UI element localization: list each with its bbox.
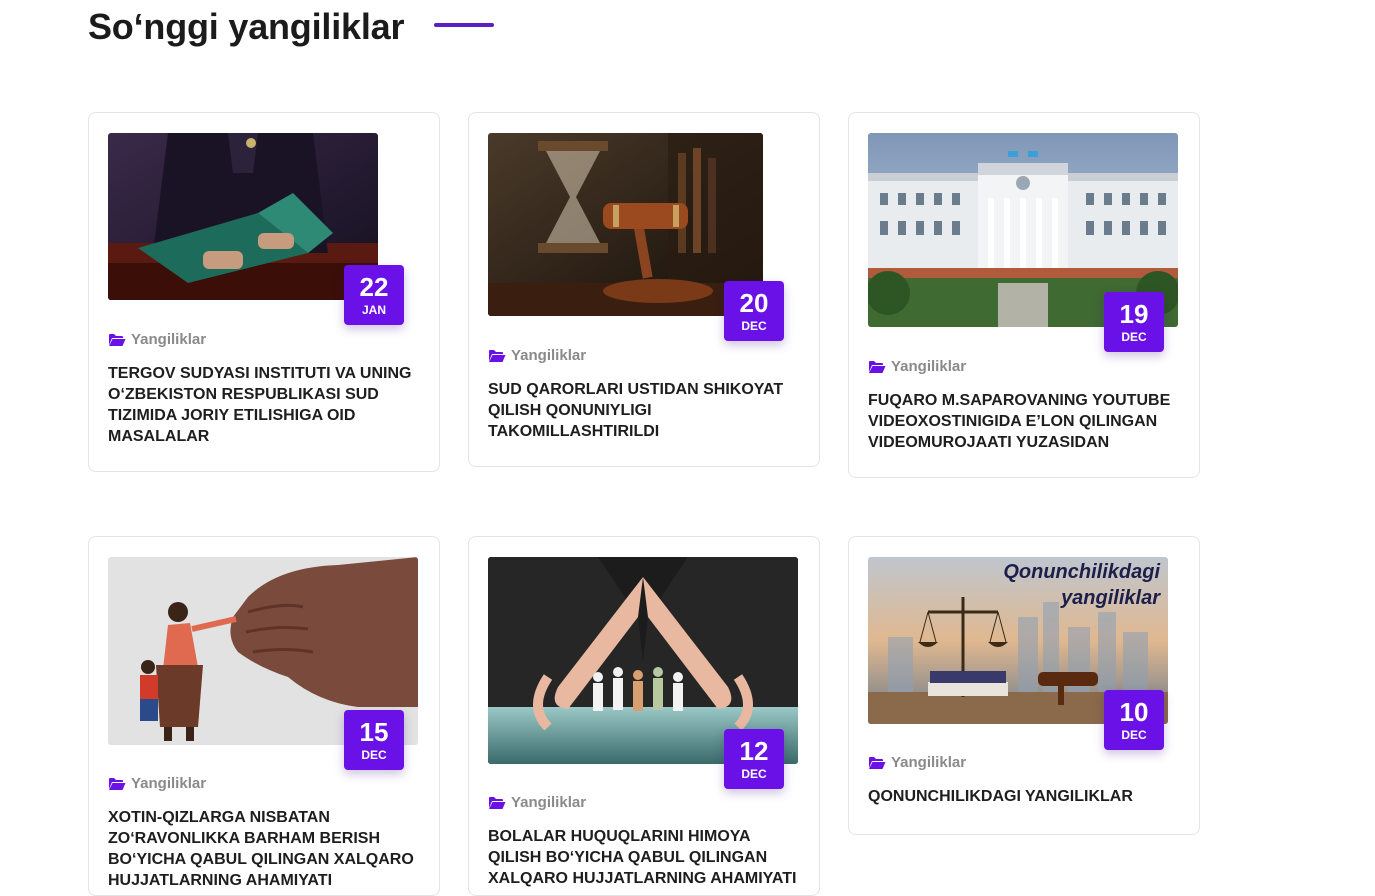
date-month: DEC (741, 318, 767, 333)
date-month: JAN (361, 302, 386, 317)
category-text: Yangiliklar (131, 331, 207, 348)
date-month: DEC (1121, 329, 1147, 344)
news-title[interactable]: SUD QARORLARI USTIDAN SHIKOYAT QILISH QO… (488, 379, 800, 442)
folder-open-icon (109, 333, 126, 346)
date-day: 15 (359, 716, 389, 747)
date-badge: 22 JAN (344, 265, 404, 325)
category-label[interactable]: Yangiliklar (868, 358, 1180, 375)
date-month: DEC (361, 747, 387, 762)
news-card[interactable]: 20 DEC Yangiliklar SUD QARORLARI USTIDAN… (468, 112, 820, 467)
section-header: So‘nggi yangiliklar (88, 6, 495, 48)
news-title[interactable]: FUQARO M.SAPAROVANING YOUTUBE VIDEOXOSTI… (868, 390, 1180, 453)
news-card[interactable]: 19 DEC Yangiliklar FUQARO M.SAPAROVANING… (848, 112, 1200, 478)
image-caption: Qonunchilikdagi yangiliklar (868, 557, 1168, 617)
news-title[interactable]: XOTIN-QIZLARGA NISBATAN ZO‘RAVONLIKKA BA… (108, 807, 420, 891)
category-label[interactable]: Yangiliklar (108, 331, 420, 348)
date-badge: 19 DEC (1104, 292, 1164, 352)
date-day: 12 (739, 735, 769, 766)
date-badge: 10 DEC (1104, 690, 1164, 750)
folder-open-icon (489, 349, 506, 362)
folder-open-icon (869, 756, 886, 769)
date-badge: 12 DEC (724, 729, 784, 789)
date-month: DEC (741, 766, 767, 781)
category-label[interactable]: Yangiliklar (488, 347, 800, 364)
category-text: Yangiliklar (511, 347, 587, 364)
date-day: 10 (1119, 696, 1149, 727)
news-title[interactable]: BOLALAR HUQUQLARINI HIMOYA QILISH BO‘YIC… (488, 826, 800, 889)
category-text: Yangiliklar (511, 794, 587, 811)
category-text: Yangiliklar (891, 358, 967, 375)
category-label[interactable]: Yangiliklar (868, 754, 1180, 771)
date-month: DEC (1121, 727, 1147, 742)
folder-open-icon (109, 777, 126, 790)
title-underline (434, 23, 495, 27)
date-day: 19 (1119, 298, 1149, 329)
news-card[interactable]: 15 DEC Yangiliklar XOTIN-QIZLARGA NISBAT… (88, 536, 440, 896)
section-title: So‘nggi yangiliklar (88, 6, 405, 47)
category-text: Yangiliklar (131, 775, 207, 792)
folder-open-icon (869, 360, 886, 373)
category-label[interactable]: Yangiliklar (108, 775, 420, 792)
date-badge: 20 DEC (724, 281, 784, 341)
news-card[interactable]: 12 DEC Yangiliklar BOLALAR HUQUQLARINI H… (468, 536, 820, 896)
folder-open-icon (489, 796, 506, 809)
category-text: Yangiliklar (891, 754, 967, 771)
category-label[interactable]: Yangiliklar (488, 794, 800, 811)
judge-reading-document-image[interactable] (108, 133, 378, 300)
news-card[interactable]: 22 JAN Yangiliklar TERGOV SUDYASI INSTIT… (88, 112, 440, 472)
image-caption-line-2: yangiliklar (1061, 587, 1160, 609)
news-title[interactable]: QONUNCHILIKDAGI YANGILIKLAR (868, 786, 1180, 807)
news-title[interactable]: TERGOV SUDYASI INSTITUTI VA UNING O‘ZBEK… (108, 363, 420, 447)
news-card[interactable]: Qonunchilikdagi yangiliklar 10 DEC Yangi… (848, 536, 1200, 835)
date-badge: 15 DEC (344, 710, 404, 770)
date-day: 20 (739, 287, 769, 318)
date-day: 22 (359, 271, 389, 302)
gavel-and-hourglass-image[interactable] (488, 133, 763, 316)
image-caption-line-1: Qonunchilikdagi (1003, 561, 1160, 583)
